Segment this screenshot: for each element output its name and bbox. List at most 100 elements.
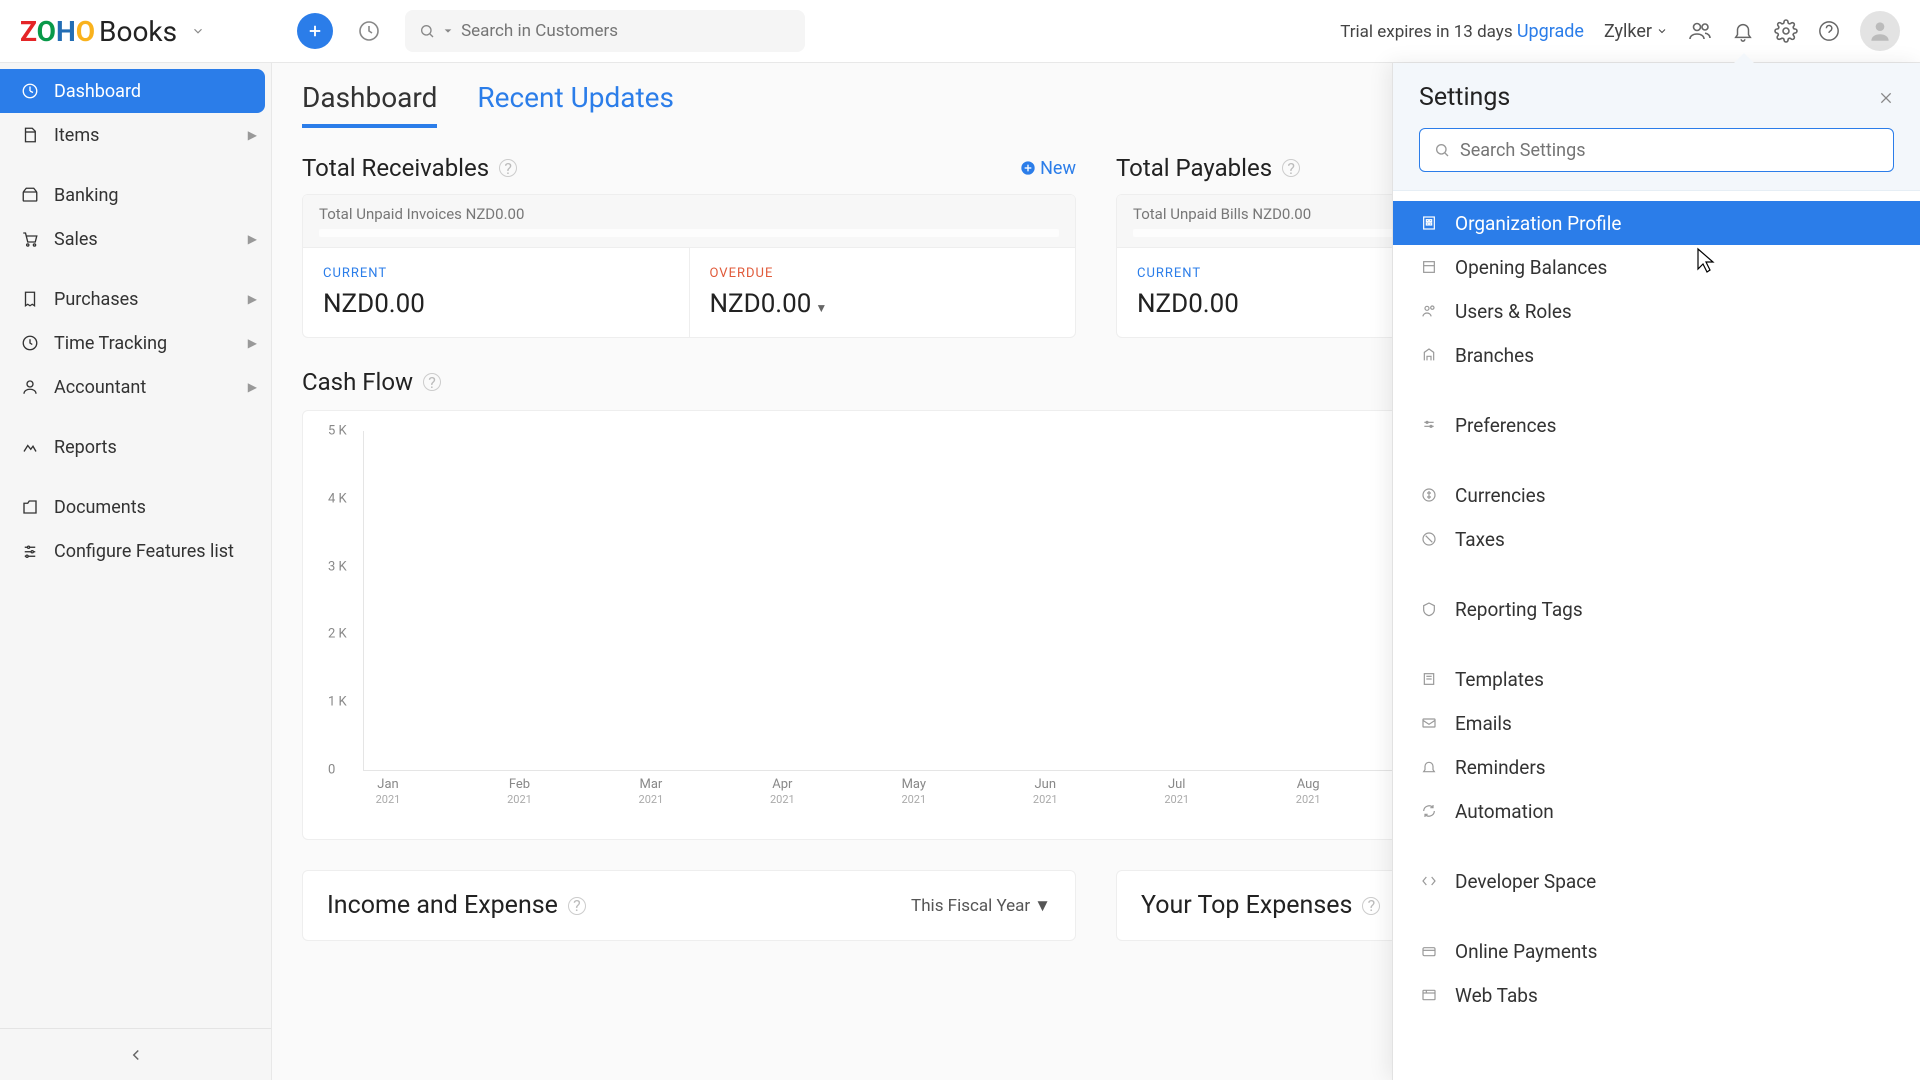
settings-item-online-payments[interactable]: Online Payments [1393,929,1920,973]
help-icon[interactable]: ? [568,897,586,915]
logo[interactable]: ZOHO Books [20,15,205,48]
new-receivable-button[interactable]: New [1020,158,1076,179]
settings-item-users-roles[interactable]: Users & Roles [1393,289,1920,333]
x-tick: Jul2021 [1152,777,1202,807]
sidebar-item-documents[interactable]: Documents [0,485,271,529]
help-icon[interactable] [1818,20,1840,42]
sidebar-item-label: Banking [54,185,119,206]
settings-item-developer-space[interactable]: Developer Space [1393,859,1920,903]
upgrade-link[interactable]: Upgrade [1517,21,1584,42]
settings-search-input[interactable] [1460,140,1879,161]
global-search[interactable] [405,10,805,52]
settings-item-reminders[interactable]: Reminders [1393,745,1920,789]
nav-icon [20,230,40,248]
settings-item-icon [1419,671,1439,687]
settings-item-label: Templates [1455,668,1544,691]
close-icon[interactable] [1878,90,1894,106]
chevron-right-icon: ▶ [248,128,257,142]
sidebar-item-items[interactable]: Items▶ [0,113,271,157]
nav-icon [20,438,40,456]
sidebar-item-label: Sales [54,229,98,250]
settings-item-label: Reminders [1455,756,1546,779]
x-tick: Apr2021 [757,777,807,807]
sidebar-item-configure-features-list[interactable]: Configure Features list [0,529,271,573]
overdue-dropdown[interactable]: NZD0.00▼ [710,289,1056,319]
settings-item-branches[interactable]: Branches [1393,333,1920,377]
chevron-down-icon [191,24,205,38]
sidebar-item-label: Time Tracking [54,333,167,354]
settings-item-reporting-tags[interactable]: Reporting Tags [1393,587,1920,631]
settings-item-templates[interactable]: Templates [1393,657,1920,701]
settings-item-label: Reporting Tags [1455,598,1583,621]
settings-item-label: Branches [1455,344,1534,367]
help-icon[interactable]: ? [423,373,441,391]
settings-item-label: Developer Space [1455,870,1596,893]
help-icon[interactable]: ? [1282,159,1300,177]
tab-recent-updates[interactable]: Recent Updates [477,81,674,128]
chevron-right-icon: ▶ [248,380,257,394]
income-expense-card: Income and Expense ? This Fiscal Year ▼ [302,870,1076,941]
income-expense-title: Income and Expense [327,891,558,920]
settings-item-taxes[interactable]: Taxes [1393,517,1920,561]
settings-item-icon [1419,487,1439,503]
settings-item-opening-balances[interactable]: Opening Balances [1393,245,1920,289]
sidebar-item-accountant[interactable]: Accountant ▶ [0,365,271,409]
settings-item-icon [1419,873,1439,889]
settings-item-currencies[interactable]: Currencies [1393,473,1920,517]
top-expenses-title: Your Top Expenses [1141,891,1352,920]
help-icon[interactable]: ? [499,159,517,177]
y-tick: 2 K [328,627,347,642]
settings-item-label: Online Payments [1455,940,1597,963]
sidebar-item-reports[interactable]: Reports [0,425,271,469]
settings-item-label: Users & Roles [1455,300,1572,323]
cashflow-title: Cash Flow [302,368,413,396]
trial-status: Trial expires in 13 days Upgrade [1340,21,1584,42]
settings-item-icon [1419,759,1439,775]
avatar[interactable] [1860,11,1900,51]
x-tick: Jun2021 [1020,777,1070,807]
bell-icon[interactable] [1732,20,1754,42]
settings-item-web-tabs[interactable]: Web Tabs [1393,973,1920,1017]
help-icon[interactable]: ? [1362,897,1380,915]
current-label: CURRENT [323,266,669,281]
y-tick: 5 K [328,424,347,439]
sidebar-item-dashboard[interactable]: Dashboard [0,69,265,113]
chevron-right-icon: ▶ [248,336,257,350]
settings-item-icon [1419,803,1439,819]
settings-item-icon [1419,715,1439,731]
tab-dashboard[interactable]: Dashboard [302,81,437,128]
sidebar-item-label: Documents [54,497,146,518]
sidebar-item-label: Accountant [54,377,146,398]
settings-item-preferences[interactable]: Preferences [1393,403,1920,447]
settings-item-icon [1419,943,1439,959]
sidebar-item-banking[interactable]: Banking [0,173,271,217]
settings-item-emails[interactable]: Emails [1393,701,1920,745]
org-switcher[interactable]: Zylker [1604,21,1668,42]
sidebar-item-label: Dashboard [54,81,141,102]
sidebar-item-purchases[interactable]: Purchases▶ [0,277,271,321]
settings-item-label: Opening Balances [1455,256,1607,279]
settings-item-label: Currencies [1455,484,1546,507]
users-icon[interactable] [1688,19,1712,43]
sidebar-collapse-button[interactable] [0,1028,271,1080]
history-button[interactable] [349,11,389,51]
search-input[interactable] [461,21,791,41]
settings-item-automation[interactable]: Automation [1393,789,1920,833]
settings-item-label: Taxes [1455,528,1505,551]
settings-search[interactable] [1419,128,1894,172]
current-value: NZD0.00 [323,289,669,319]
settings-item-organization-profile[interactable]: Organization Profile [1393,201,1920,245]
receivables-title: Total Receivables [302,154,489,182]
quick-add-button[interactable] [297,13,333,49]
nav-icon [20,82,40,100]
sidebar-item-sales[interactable]: Sales▶ [0,217,271,261]
settings-panel: Settings Organization ProfileOpening Bal… [1392,63,1920,1080]
overdue-label: OVERDUE [710,266,1056,281]
sidebar: DashboardItems▶BankingSales▶Purchases▶Ti… [0,63,272,1080]
sidebar-item-time-tracking[interactable]: Time Tracking ▶ [0,321,271,365]
sidebar-item-label: Reports [54,437,117,458]
unpaid-invoices-bar: Total Unpaid Invoices NZD0.00 [303,195,1075,248]
gear-icon[interactable] [1774,19,1798,43]
period-dropdown[interactable]: This Fiscal Year ▼ [911,896,1051,916]
settings-item-label: Organization Profile [1455,212,1621,235]
